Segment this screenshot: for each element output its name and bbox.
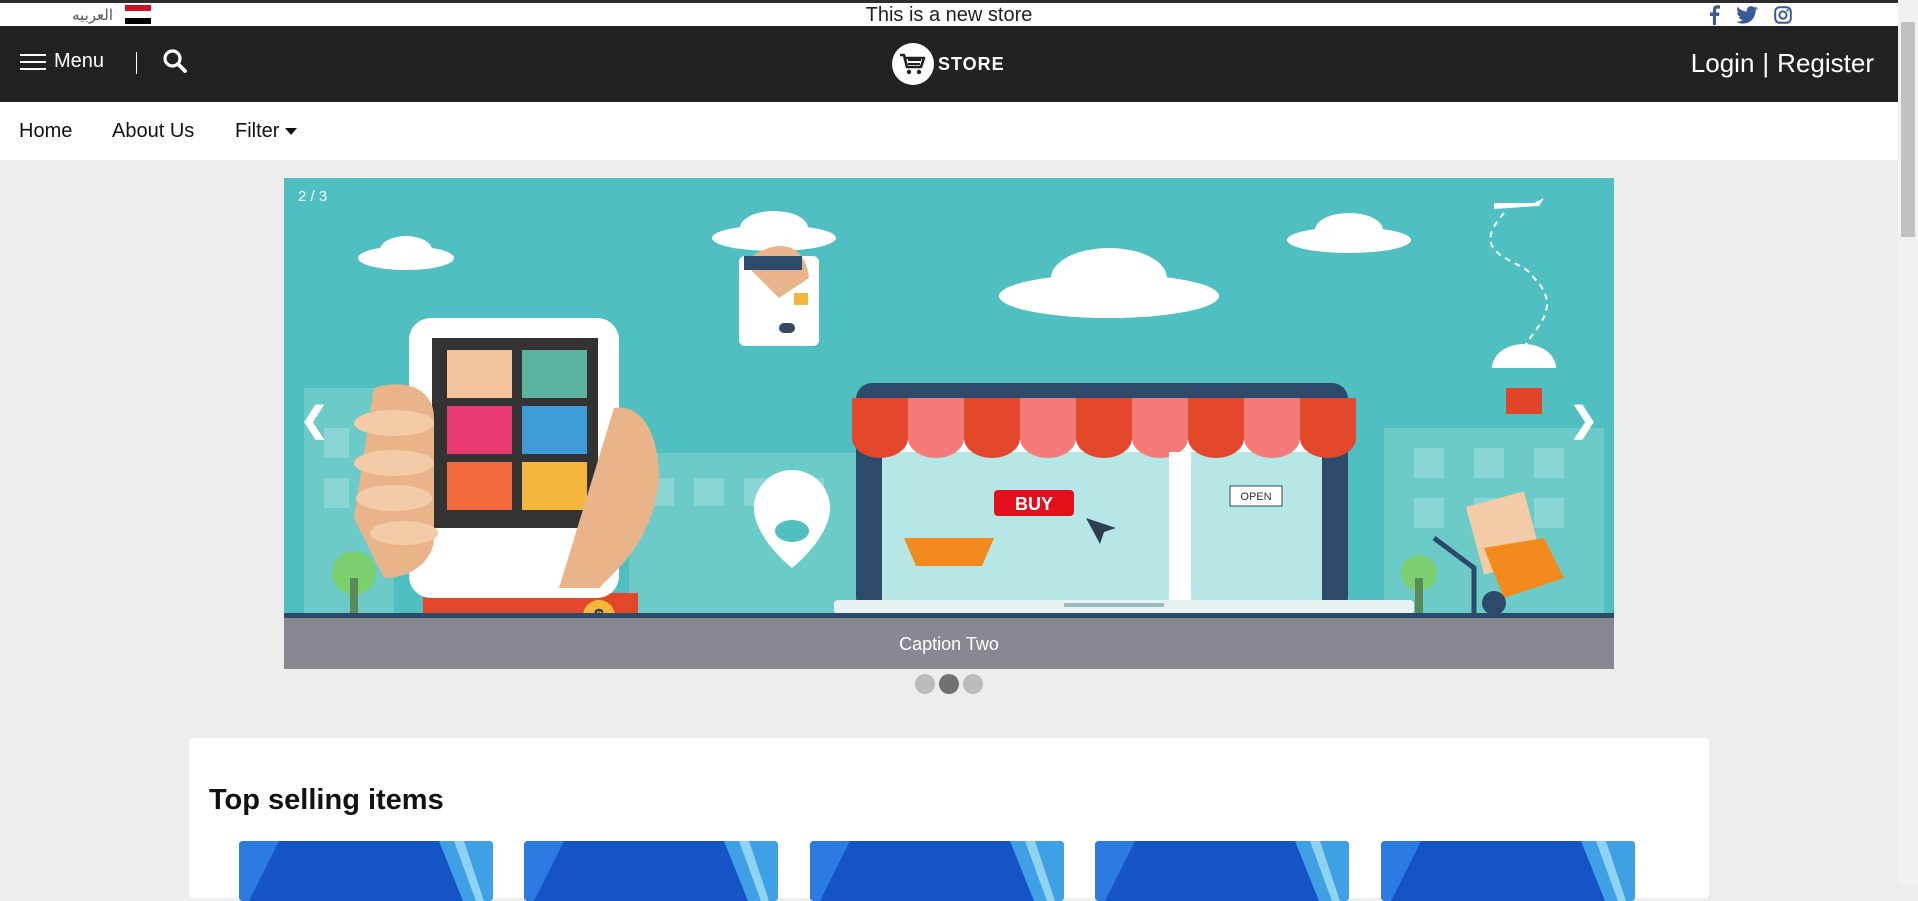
- product-image[interactable]: [1095, 841, 1349, 901]
- top-bar: العربيه This is a new store: [0, 0, 1898, 26]
- slide-dot-1[interactable]: [915, 674, 935, 694]
- slide-counter: 2 / 3: [298, 188, 328, 205]
- top-selling-section: Top selling items: [189, 738, 1709, 901]
- product-image[interactable]: [1381, 841, 1635, 901]
- nav-about-us[interactable]: About Us: [112, 120, 194, 143]
- login-link[interactable]: Login: [1691, 48, 1755, 79]
- menu-label[interactable]: Menu: [54, 50, 104, 73]
- auth-separator: |: [1762, 48, 1770, 78]
- auth-links: Login | Register: [1691, 48, 1874, 79]
- site-header: Menu STORE Login | Register: [0, 26, 1898, 102]
- facebook-icon[interactable]: [1708, 5, 1720, 25]
- product-card[interactable]: [524, 841, 778, 901]
- slider-dots: [915, 674, 983, 694]
- announcement-text: This is a new store: [865, 4, 1033, 26]
- logo-text[interactable]: STORE: [938, 54, 1005, 75]
- section-title: Top selling items: [209, 784, 444, 816]
- store-logo[interactable]: STORE: [892, 43, 1005, 85]
- hamburger-icon[interactable]: [20, 53, 46, 70]
- buy-sign: BUY: [1015, 494, 1053, 514]
- slide-image: $: [284, 178, 1614, 669]
- slider-prev-button[interactable]: ❮: [300, 400, 329, 440]
- header-divider: [136, 52, 137, 74]
- product-card[interactable]: [1381, 841, 1635, 901]
- main-nav: Home About Us Filter: [0, 102, 1898, 160]
- product-image[interactable]: [810, 841, 1064, 901]
- slide-dot-3[interactable]: [963, 674, 983, 694]
- image-slider: $: [284, 178, 1614, 669]
- menu-button[interactable]: Menu: [20, 50, 104, 73]
- instagram-icon[interactable]: [1774, 6, 1792, 24]
- product-card[interactable]: [810, 841, 1064, 901]
- page-scrollbar[interactable]: [1898, 0, 1918, 885]
- nav-home[interactable]: Home: [19, 120, 72, 143]
- twitter-icon[interactable]: [1736, 6, 1758, 24]
- product-image[interactable]: [239, 841, 493, 901]
- product-image[interactable]: [524, 841, 778, 901]
- caret-down-icon[interactable]: [285, 128, 298, 136]
- search-button[interactable]: [162, 48, 190, 76]
- nav-filter-label[interactable]: Filter: [235, 120, 279, 142]
- search-icon[interactable]: [162, 48, 188, 74]
- cart-icon: [892, 43, 934, 85]
- nav-filter[interactable]: Filter: [235, 120, 298, 143]
- product-card[interactable]: [1095, 841, 1349, 901]
- slide-dot-2[interactable]: [939, 674, 959, 694]
- social-links: [1708, 5, 1792, 25]
- slider-next-button[interactable]: ❯: [1570, 400, 1599, 440]
- product-card[interactable]: [239, 841, 493, 901]
- slide-caption: Caption Two: [899, 634, 999, 654]
- open-sign: OPEN: [1240, 491, 1271, 503]
- scrollbar-thumb[interactable]: [1901, 22, 1915, 237]
- register-link[interactable]: Register: [1777, 48, 1874, 79]
